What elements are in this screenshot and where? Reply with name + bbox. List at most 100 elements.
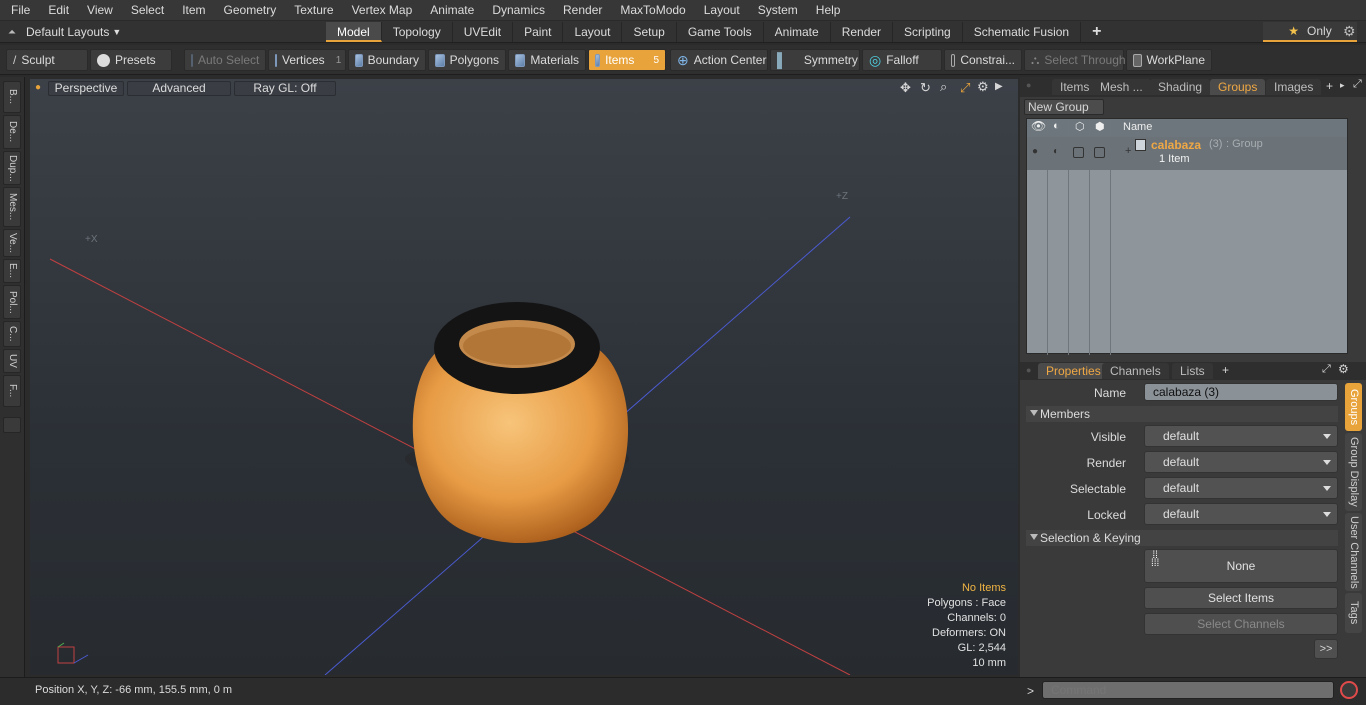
polygons-button[interactable]: Polygons [428, 49, 506, 71]
left-tab-mes[interactable]: Mes... [3, 187, 21, 227]
record-icon[interactable] [1340, 681, 1358, 699]
viewport-expand-icon[interactable]: ▶ [995, 81, 1003, 92]
name-field[interactable]: calabaza (3) [1144, 383, 1338, 401]
materials-button[interactable]: Materials [508, 49, 586, 71]
group-list[interactable]: 👁 ◐ ⬡ ⬢ Name ● ◐ + calabaza (3) : Group … [1026, 118, 1348, 355]
locked-dropdown[interactable]: default [1144, 503, 1338, 525]
tab-items-panel[interactable]: Items [1052, 79, 1098, 95]
3d-viewport[interactable]: ● Perspective Advanced Ray GL: Off ✥ ↻ ⌕… [30, 79, 1018, 675]
menu-dynamics[interactable]: Dynamics [481, 0, 552, 21]
panel-expand-icon[interactable]: ⤢ [1353, 78, 1362, 91]
selectable-dropdown[interactable]: default [1144, 477, 1338, 499]
tab-lists[interactable]: Lists [1172, 363, 1213, 379]
render-dropdown[interactable]: default [1144, 451, 1338, 473]
tab-schematic-fusion[interactable]: Schematic Fusion [963, 22, 1082, 42]
action-center-button[interactable]: ⊕ Action Center [670, 49, 768, 71]
tab-groups-panel[interactable]: Groups [1210, 79, 1266, 95]
group-row-calabaza[interactable]: ● ◐ + calabaza (3) : Group 1 Item [1027, 137, 1347, 170]
tab-game-tools[interactable]: Game Tools [677, 22, 764, 42]
left-tab-ve[interactable]: Ve... [3, 229, 21, 257]
auto-select-button[interactable]: Auto Select [184, 49, 266, 71]
menu-texture[interactable]: Texture [283, 0, 340, 21]
left-tab-dup[interactable]: Dup... [3, 151, 21, 185]
menu-edit[interactable]: Edit [37, 0, 76, 21]
raygl-dropdown[interactable]: Ray GL: Off [234, 81, 336, 96]
left-tab-de[interactable]: De... [3, 115, 21, 149]
tab-uvedit[interactable]: UVEdit [453, 22, 514, 42]
tab-scripting[interactable]: Scripting [893, 22, 963, 42]
tab-channels[interactable]: Channels [1102, 363, 1169, 379]
side-tab-group-display[interactable]: Group Display [1345, 433, 1362, 511]
panel-menu-icon[interactable]: ▸ [1340, 80, 1345, 91]
props-expand-icon[interactable]: ⤢ [1322, 363, 1331, 376]
rotate-icon[interactable]: ↻ [920, 80, 931, 96]
menu-maxtomodo[interactable]: MaxToModo [609, 0, 692, 21]
presets-button[interactable]: Presets [90, 49, 172, 71]
select-through-button[interactable]: ⛬ Select Through [1024, 49, 1126, 71]
symmetry-button[interactable]: ▌ Symmetry [770, 49, 860, 71]
zoom-icon[interactable]: ⌕ [940, 79, 947, 95]
tab-layout[interactable]: Layout [563, 22, 623, 42]
menu-view[interactable]: View [76, 0, 120, 21]
members-section[interactable]: Members [1026, 406, 1338, 422]
menu-item[interactable]: Item [171, 0, 212, 21]
command-input[interactable] [1042, 681, 1334, 699]
side-tab-tags[interactable]: Tags [1345, 593, 1362, 633]
settings-gear-icon[interactable]: ⚙ [1343, 23, 1356, 40]
left-tab-e[interactable]: E... [3, 259, 21, 283]
perspective-dropdown[interactable]: Perspective [48, 81, 124, 96]
pan-icon[interactable]: ✥ [900, 80, 911, 96]
selection-keying-section[interactable]: Selection & Keying [1026, 530, 1338, 546]
tab-mesh-panel[interactable]: Mesh ... [1092, 79, 1151, 95]
left-tab-f[interactable]: F... [3, 375, 21, 407]
visible-toggle-icon[interactable]: ● [1032, 146, 1038, 157]
add-tab-icon[interactable]: + [1081, 22, 1112, 42]
locked-checkbox[interactable] [1094, 147, 1105, 158]
menu-layout[interactable]: Layout [693, 0, 747, 21]
tab-images-panel[interactable]: Images [1266, 79, 1322, 95]
select-channels-button[interactable]: Select Channels [1144, 613, 1338, 635]
workplane-button[interactable]: WorkPlane [1126, 49, 1212, 71]
menu-file[interactable]: File [0, 0, 37, 21]
tab-paint[interactable]: Paint [513, 22, 564, 42]
tab-properties[interactable]: Properties [1038, 363, 1109, 379]
vertices-button[interactable]: Vertices 1 [268, 49, 346, 71]
left-tab-c[interactable]: C... [3, 321, 21, 347]
tab-setup[interactable]: Setup [622, 22, 677, 42]
tab-topology[interactable]: Topology [382, 22, 453, 42]
menu-system[interactable]: System [747, 0, 805, 21]
menu-select[interactable]: Select [120, 0, 171, 21]
tab-shading-panel[interactable]: Shading [1150, 79, 1211, 95]
menu-help[interactable]: Help [805, 0, 848, 21]
maximize-icon[interactable]: ⤢ [960, 80, 970, 96]
left-tab-pol[interactable]: Pol... [3, 285, 21, 319]
menu-animate[interactable]: Animate [419, 0, 481, 21]
menu-geometry[interactable]: Geometry [213, 0, 284, 21]
advanced-dropdown[interactable]: Advanced [127, 81, 231, 96]
tab-render[interactable]: Render [831, 22, 894, 42]
visible-dropdown[interactable]: default [1144, 425, 1338, 447]
selectable-checkbox[interactable] [1073, 147, 1084, 158]
items-button[interactable]: Items 5 [588, 49, 666, 71]
tab-animate[interactable]: Animate [764, 22, 831, 42]
props-gear-icon[interactable]: ⚙ [1338, 362, 1349, 376]
left-tab-extra[interactable] [3, 417, 21, 433]
left-tab-uv[interactable]: UV [3, 349, 21, 373]
tab-model[interactable]: Model [326, 22, 382, 42]
add-props-tab-icon[interactable]: + [1222, 363, 1229, 377]
new-group-button[interactable]: New Group [1024, 99, 1104, 115]
viewport-gear-icon[interactable]: ⚙ [977, 79, 989, 95]
render-toggle-icon[interactable]: ◐ [1053, 146, 1059, 157]
boundary-button[interactable]: Boundary [348, 49, 426, 71]
menu-render[interactable]: Render [552, 0, 609, 21]
constraints-button[interactable]: Constrai... [944, 49, 1022, 71]
sculpt-button[interactable]: / Sculpt [6, 49, 88, 71]
left-tab-b[interactable]: B... [3, 81, 21, 113]
falloff-button[interactable]: ◎ Falloff [862, 49, 942, 71]
expand-plus-icon[interactable]: + [1125, 145, 1131, 157]
add-panel-tab-icon[interactable]: + [1326, 79, 1333, 93]
side-tab-groups[interactable]: Groups [1345, 383, 1362, 431]
more-button[interactable]: >> [1314, 639, 1338, 659]
layout-dropdown[interactable]: ⏶ Default Layouts ▼ [8, 21, 121, 43]
menu-vertex-map[interactable]: Vertex Map [341, 0, 420, 21]
